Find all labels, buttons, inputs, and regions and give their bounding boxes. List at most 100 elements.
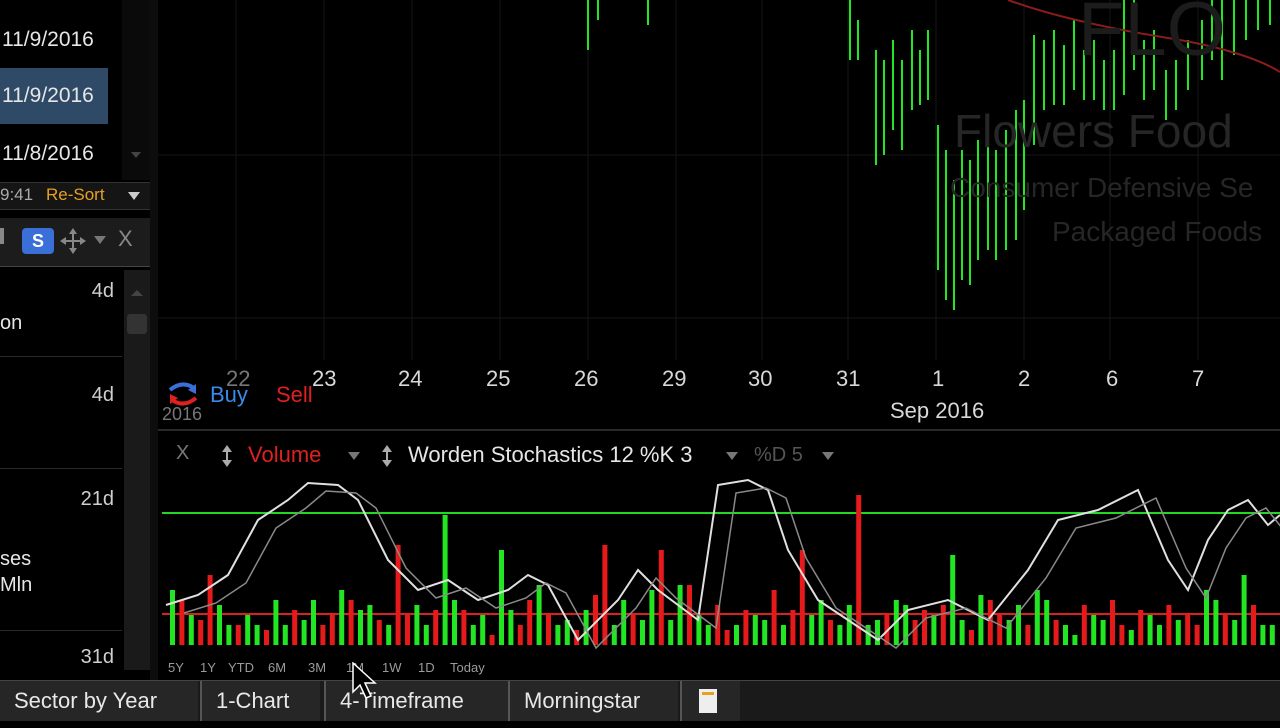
items-scrollbar[interactable]	[124, 270, 150, 670]
volume-bar	[311, 600, 316, 645]
resort-dropdown-icon[interactable]	[126, 189, 142, 203]
x-axis-label: 24	[398, 366, 423, 391]
chevron-down-icon[interactable]	[346, 450, 362, 462]
move-icon[interactable]	[60, 228, 86, 254]
watermark-sector: Consumer Defensive Se	[950, 172, 1254, 203]
tab-1-chart[interactable]: 1-Chart	[200, 681, 320, 721]
volume-bar	[358, 610, 363, 645]
trade-swap-icon[interactable]	[166, 380, 200, 408]
watchlist-scrollbar[interactable]	[122, 0, 150, 180]
timeframe-6m[interactable]: 6M	[268, 660, 286, 675]
new-tab-button[interactable]	[680, 681, 740, 721]
x-axis-label: 2	[1018, 366, 1031, 391]
item-text: ses Mln	[0, 548, 33, 596]
item-age: 21d	[80, 488, 114, 510]
chevron-down-icon[interactable]	[92, 234, 108, 246]
volume-bar	[846, 605, 852, 645]
volume-bar	[677, 585, 683, 645]
volume-bar	[423, 625, 429, 645]
tab-morningstar[interactable]: Morningstar	[508, 681, 678, 721]
volume-bar	[188, 615, 194, 645]
x-axis-label: 1	[932, 366, 945, 391]
volume-bar	[1138, 610, 1144, 645]
volume-bar	[790, 610, 796, 645]
time-fragment: 9:41	[0, 185, 34, 204]
timeframe-1d[interactable]: 1D	[418, 660, 435, 675]
volume-indicator[interactable]: Volume	[248, 442, 321, 468]
volume-bar	[273, 600, 279, 645]
d-indicator[interactable]: %D 5	[754, 444, 803, 467]
chevron-down-icon[interactable]	[820, 450, 836, 462]
volume-bar	[837, 625, 843, 645]
volume-bar	[1100, 620, 1106, 645]
panel-splitter[interactable]	[150, 0, 158, 680]
volume-bar	[170, 590, 175, 645]
volume-bar	[875, 620, 880, 645]
volume-bar	[658, 550, 664, 645]
resize-icon[interactable]	[220, 444, 234, 468]
volume-bar	[1128, 630, 1134, 645]
price-chart: FLO Flowers Food Consumer Defensive Se P…	[158, 0, 1280, 680]
timeframe-ytd[interactable]: YTD	[228, 660, 254, 675]
volume-bar	[1175, 620, 1181, 645]
volume-bar	[1269, 625, 1275, 645]
divider	[0, 468, 122, 469]
volume-bar	[1034, 590, 1040, 645]
volume-bar	[1166, 605, 1172, 645]
volume-bar	[705, 625, 711, 645]
volume-bar	[264, 630, 269, 645]
volume-bar	[1025, 625, 1031, 645]
volume-bar	[367, 605, 373, 645]
volume-bar	[339, 590, 345, 645]
x-axis-label: 29	[662, 366, 687, 391]
resize-icon[interactable]	[380, 444, 394, 468]
volume-bar	[1110, 600, 1115, 645]
x-axis-label: 6	[1106, 366, 1119, 391]
watchlist-row[interactable]: 11/9/2016	[0, 18, 108, 62]
watchlist-row-selected[interactable]: 11/9/2016	[0, 68, 108, 124]
volume-bar	[752, 615, 758, 645]
timeframe-1w[interactable]: 1W	[382, 660, 402, 675]
s-badge-button[interactable]: S	[22, 228, 54, 254]
buy-button[interactable]: Buy	[210, 382, 248, 408]
volume-bar	[329, 615, 335, 645]
volume-bar	[724, 630, 730, 645]
row-date: 11/9/2016	[2, 84, 94, 107]
volume-bar	[452, 600, 457, 645]
close-indicator-button[interactable]: X	[176, 442, 189, 465]
x-axis-label: 23	[312, 366, 337, 391]
volume-bar	[1091, 615, 1097, 645]
sell-button[interactable]: Sell	[276, 382, 313, 408]
chevron-down-icon[interactable]	[724, 450, 740, 462]
volume-bar	[555, 625, 561, 645]
mouse-cursor-icon	[352, 662, 377, 699]
volume-bar	[282, 625, 288, 645]
volume-bar	[762, 620, 768, 645]
timeframe-1y[interactable]: 1Y	[200, 660, 216, 675]
month-label: Sep 2016	[890, 398, 985, 423]
volume-bar	[1260, 625, 1266, 645]
tab-sector-by-year[interactable]: Sector by Year	[0, 681, 198, 721]
volume-bar	[546, 615, 551, 645]
scroll-down-icon	[131, 152, 141, 158]
volume-bar	[1185, 615, 1191, 645]
volume-bar	[1251, 605, 1256, 645]
volume-bar	[348, 600, 354, 645]
timeframe-3m[interactable]: 3M	[308, 660, 326, 675]
resort-button[interactable]: Re-Sort	[46, 185, 105, 205]
item-age: 4d	[91, 384, 114, 406]
stochastics-indicator[interactable]: Worden Stochastics 12 %K 3	[408, 442, 693, 468]
timeframe-5y[interactable]: 5Y	[168, 660, 184, 675]
volume-bar	[376, 620, 382, 645]
timeframe-today[interactable]: Today	[450, 660, 485, 675]
volume-bar	[1194, 625, 1200, 645]
volume-bar	[1147, 615, 1153, 645]
volume-bar	[1044, 600, 1050, 645]
volume-bar	[1072, 635, 1078, 645]
volume-bar	[959, 620, 965, 645]
watchlist-row[interactable]: 11/8/2016	[0, 132, 108, 176]
close-panel-button[interactable]: X	[118, 226, 133, 252]
x-axis-label: 25	[486, 366, 511, 391]
watermark-company: Flowers Food	[954, 105, 1233, 157]
volume-bar	[1119, 625, 1125, 645]
